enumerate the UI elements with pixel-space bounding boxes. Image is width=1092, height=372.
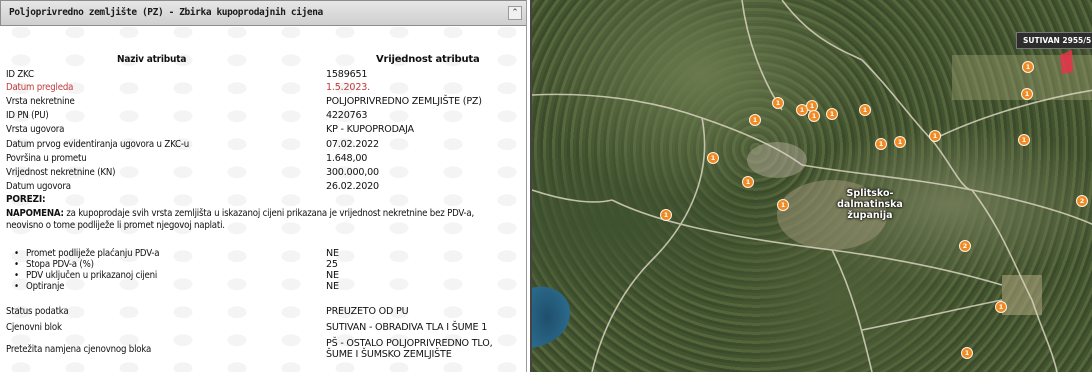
chevron-up-double-icon: ⌃ xyxy=(511,8,519,18)
attr-value: 07.02.2022 xyxy=(326,139,379,150)
tax-item-value: NE xyxy=(326,281,339,292)
attr-label: Vrijednost nekretnine (KN) xyxy=(6,167,116,178)
price-marker[interactable]: 1 xyxy=(1022,61,1034,73)
sea-inlet xyxy=(532,286,571,348)
attr-value: PREUZETO OD PU xyxy=(326,306,409,317)
price-marker[interactable]: 1 xyxy=(660,209,672,221)
attr-value: 300.000,00 xyxy=(326,167,379,178)
tax-item-value: 25 xyxy=(326,259,338,270)
price-marker[interactable]: 1 xyxy=(961,347,973,359)
parcel-tooltip: SUTIVAN 2955/5 xyxy=(1016,32,1092,49)
attribute-panel: Poljoprivredno zemljište (PZ) - Zbirka k… xyxy=(0,0,527,372)
map-view[interactable]: 1 1 1 1 1 1 1 1 1 1 1 1 1 1 1 1 2 2 1 1 … xyxy=(530,0,1092,372)
price-marker[interactable]: 2 xyxy=(1076,195,1088,207)
attr-value: 26.02.2020 xyxy=(326,181,379,192)
attr-label: Status podatka xyxy=(6,306,69,317)
attr-label: Vrsta ugovora xyxy=(6,124,65,135)
attr-value: KP - KUPOPRODAJA xyxy=(326,124,414,135)
attr-value: 1.5.2023. xyxy=(326,82,370,93)
attribute-table: Naziv atributa Vrijednost atributa ID ZK… xyxy=(0,27,526,372)
panel-header: Poljoprivredno zemljište (PZ) - Zbirka k… xyxy=(0,0,526,26)
tax-item-label: Optiranje xyxy=(14,281,65,292)
attr-label: Datum prvog evidentiranja ugovora u ZKC-… xyxy=(6,139,190,150)
price-marker[interactable]: 1 xyxy=(749,114,761,126)
price-marker[interactable]: 1 xyxy=(1021,88,1033,100)
price-marker[interactable]: 1 xyxy=(995,301,1007,313)
attr-value: 4220763 xyxy=(326,110,368,121)
attr-value: 1589651 xyxy=(326,69,368,80)
tax-item-label: Promet podliježe plaćanju PDV-a xyxy=(14,248,160,259)
price-marker[interactable]: 1 xyxy=(875,138,887,150)
tax-item-value: NE xyxy=(326,248,339,259)
map-roads xyxy=(532,0,1092,372)
attr-value: PŠ - OSTALO POLJOPRIVREDNO TLO, ŠUME I Š… xyxy=(326,338,493,360)
price-marker[interactable]: 1 xyxy=(808,110,820,122)
attr-label: Datum ugovora xyxy=(6,181,71,192)
attr-label: Vrsta nekretnine xyxy=(6,96,75,107)
tax-item-label: PDV uključen u prikazanoj cijeni xyxy=(14,270,157,281)
price-marker[interactable]: 1 xyxy=(1018,134,1030,146)
clearing xyxy=(747,142,807,178)
price-marker[interactable]: 1 xyxy=(859,104,871,116)
selected-parcel[interactable] xyxy=(1060,50,1073,74)
column-header-name: Naziv atributa xyxy=(117,54,187,65)
price-marker[interactable]: 1 xyxy=(826,108,838,120)
tax-item-value: NE xyxy=(326,270,339,281)
price-marker[interactable]: 1 xyxy=(929,130,941,142)
region-label: Splitsko-dalmatinska županija xyxy=(837,188,903,221)
price-marker[interactable]: 1 xyxy=(777,199,789,211)
price-marker[interactable]: 1 xyxy=(894,136,906,148)
attr-label: Cjenovni blok xyxy=(6,322,62,333)
attr-value: SUTIVAN - OBRADIVA TLA I ŠUME 1 xyxy=(326,322,488,333)
price-marker[interactable]: 2 xyxy=(959,240,971,252)
column-header-value: Vrijednost atributa xyxy=(376,54,480,65)
attr-label: ID PN (PU) xyxy=(6,110,49,121)
porezi-heading: POREZI: xyxy=(6,194,46,205)
attr-value: POLJOPRIVREDNO ZEMLJIŠTE (PZ) xyxy=(326,96,482,107)
collapse-button[interactable]: ⌃ xyxy=(508,6,522,20)
attr-label: ID ZKC xyxy=(6,69,34,80)
price-marker[interactable]: 1 xyxy=(772,97,784,109)
napomena-label: NAPOMENA: xyxy=(6,208,64,219)
attr-value: 1.648,00 xyxy=(326,153,368,164)
price-marker[interactable]: 1 xyxy=(742,176,754,188)
attr-label: Datum pregleda xyxy=(6,82,74,93)
price-marker[interactable]: 1 xyxy=(707,152,719,164)
attr-label: Površina u prometu xyxy=(6,153,87,164)
napomena-text: za kupoprodaje svih vrsta zemljišta u is… xyxy=(6,208,475,231)
panel-title: Poljoprivredno zemljište (PZ) - Zbirka k… xyxy=(9,7,323,18)
attr-label: Pretežita namjena cjenovnog bloka xyxy=(6,344,152,355)
napomena-note: NAPOMENA: za kupoprodaje svih vrsta zeml… xyxy=(6,208,511,232)
tax-item-label: Stopa PDV-a (%) xyxy=(14,259,94,270)
